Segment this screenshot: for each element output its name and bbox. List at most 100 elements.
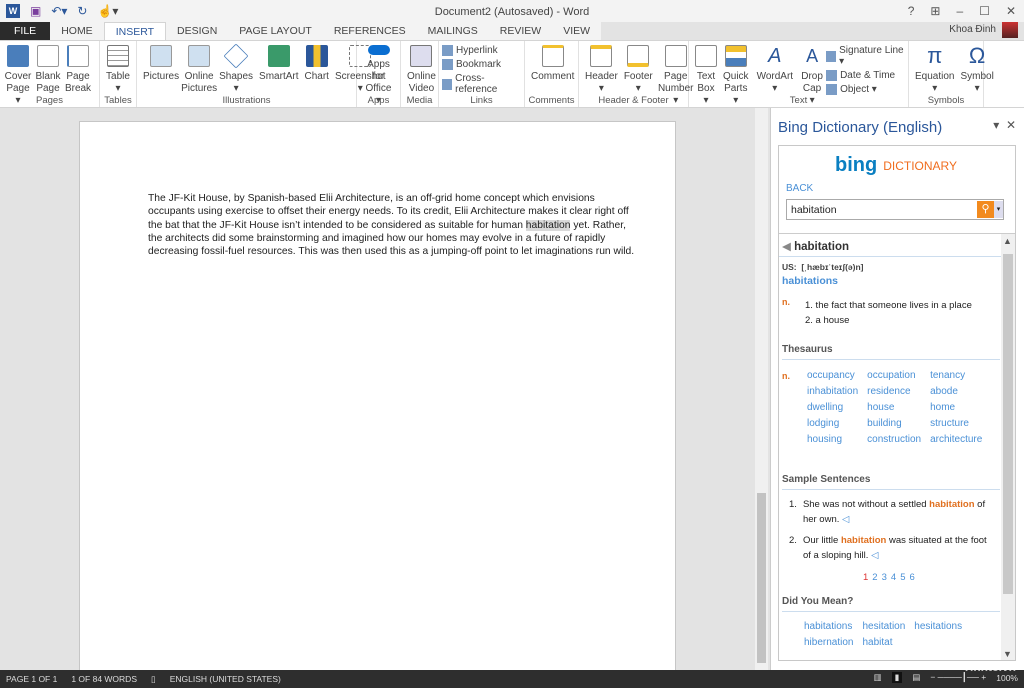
page-link[interactable]: 1 xyxy=(863,572,868,583)
tab-references[interactable]: REFERENCES xyxy=(323,22,417,40)
table-icon xyxy=(107,45,129,67)
apps-icon xyxy=(367,45,390,55)
sample-sentences-heading: Sample Sentences xyxy=(782,474,1000,490)
search-icon[interactable]: ⚲ xyxy=(977,201,994,218)
ribbon-display-icon[interactable]: ⊞ xyxy=(930,4,940,18)
suggestion-link[interactable]: habitat xyxy=(862,637,905,648)
group-links: Hyperlink Bookmark Cross-reference Links xyxy=(439,41,525,107)
scroll-down-icon[interactable]: ▼ xyxy=(1003,649,1012,659)
thesaurus-link[interactable]: occupancy xyxy=(807,370,858,381)
thesaurus-link[interactable]: abode xyxy=(930,386,982,397)
object-icon xyxy=(826,84,838,95)
web-layout-icon[interactable]: ▤ xyxy=(912,672,920,683)
help-button[interactable]: ? xyxy=(908,4,915,18)
pane-title: Bing Dictionary (English) xyxy=(778,119,943,136)
suggestion-link[interactable]: habitations xyxy=(804,621,853,632)
pane-close-icon[interactable]: ✕ xyxy=(1006,118,1016,132)
chart-icon xyxy=(305,45,328,67)
hyperlink-button[interactable]: Hyperlink xyxy=(442,45,521,56)
thesaurus-link[interactable]: architecture xyxy=(930,434,982,445)
thesaurus-link[interactable]: structure xyxy=(930,418,982,429)
thesaurus-heading: Thesaurus xyxy=(782,344,1000,360)
signature-line-button[interactable]: Signature Line ▾ xyxy=(826,45,905,67)
comment-icon xyxy=(541,45,564,67)
suggestion-link[interactable]: hesitations xyxy=(914,621,962,632)
chevron-down-icon[interactable]: ▾ xyxy=(994,201,1003,218)
date-time-button[interactable]: Date & Time xyxy=(826,70,905,81)
read-mode-icon[interactable]: ▥ xyxy=(874,672,882,683)
page-link[interactable]: 6 xyxy=(909,572,914,583)
scroll-up-icon[interactable]: ▲ xyxy=(1003,236,1012,246)
footer-icon xyxy=(627,45,650,67)
user-account[interactable]: Khoa Đinh xyxy=(949,24,996,35)
tab-view[interactable]: VIEW xyxy=(552,22,601,40)
speaker-icon[interactable]: ◁ xyxy=(842,514,849,525)
language[interactable]: ENGLISH (UNITED STATES) xyxy=(170,674,281,684)
speaker-icon[interactable]: ◁ xyxy=(871,550,878,561)
maximize-button[interactable]: ☐ xyxy=(979,4,990,18)
thesaurus-link[interactable]: dwelling xyxy=(807,402,858,413)
pane-options-icon[interactable]: ▾ xyxy=(993,118,999,132)
group-label: Apps xyxy=(367,95,390,106)
thesaurus-list: occupancy occupation tenancy inhabitation re… xyxy=(807,370,982,445)
tab-page-layout[interactable]: PAGE LAYOUT xyxy=(228,22,323,40)
page-link[interactable]: 4 xyxy=(891,572,896,583)
tab-mailings[interactable]: MAILINGS xyxy=(417,22,489,40)
selected-word[interactable]: habitation xyxy=(525,219,571,231)
thesaurus-link[interactable]: housing xyxy=(807,434,858,445)
thesaurus-link[interactable]: tenancy xyxy=(930,370,982,381)
group-pages: Cover Page ▾ Blank Page Page Break Pages xyxy=(0,41,100,107)
document-paragraph[interactable]: The JF-Kit House, by Spanish-based Elii … xyxy=(148,192,640,258)
thesaurus-link[interactable]: lodging xyxy=(807,418,858,429)
thesaurus-link[interactable]: inhabitation xyxy=(807,386,858,397)
pictures-icon xyxy=(150,45,173,67)
ribbon-tabs: FILE HOME INSERT DESIGN PAGE LAYOUT REFE… xyxy=(0,22,602,40)
scroll-thumb[interactable] xyxy=(1003,254,1013,594)
suggestion-link[interactable]: hesitation xyxy=(862,621,905,632)
results-scrollbar[interactable]: ▲ ▼ xyxy=(1001,234,1015,660)
page-link[interactable]: 3 xyxy=(882,572,887,583)
status-bar: PAGE 1 OF 1 1 OF 84 WORDS ▯ ENGLISH (UNI… xyxy=(0,670,1024,688)
suggestion-link[interactable]: hibernation xyxy=(804,637,853,648)
pron-label: US: xyxy=(782,262,797,272)
document-scrollbar[interactable] xyxy=(755,108,768,670)
pos-label: n. xyxy=(782,297,790,307)
document-page[interactable]: The JF-Kit House, by Spanish-based Elii … xyxy=(79,121,676,681)
tab-review[interactable]: REVIEW xyxy=(489,22,552,40)
thesaurus-link[interactable]: construction xyxy=(867,434,921,445)
scroll-thumb[interactable] xyxy=(757,493,766,663)
proofing-icon[interactable]: ▯ xyxy=(151,674,156,685)
minimize-button[interactable]: – xyxy=(956,4,963,18)
did-you-mean-list: habitations hesitation hesitations hibernat… xyxy=(804,621,962,648)
tab-insert[interactable]: INSERT xyxy=(103,22,167,40)
thesaurus-link[interactable]: home xyxy=(930,402,982,413)
hyperlink-icon xyxy=(442,45,453,56)
tab-design[interactable]: DESIGN xyxy=(166,22,228,40)
page-count[interactable]: PAGE 1 OF 1 xyxy=(6,674,57,684)
speaker-icon[interactable]: ◀ xyxy=(782,241,791,253)
ribbon: Cover Page ▾ Blank Page Page Break Pages… xyxy=(0,40,1024,108)
zoom-level[interactable]: 100% xyxy=(996,673,1018,683)
close-button[interactable]: ✕ xyxy=(1006,4,1016,18)
tab-home[interactable]: HOME xyxy=(50,22,104,40)
thesaurus-link[interactable]: occupation xyxy=(867,370,921,381)
print-layout-icon[interactable]: ▮ xyxy=(891,672,903,683)
avatar[interactable] xyxy=(1002,22,1018,38)
page-link[interactable]: 2 xyxy=(872,572,877,583)
group-label: Text xyxy=(789,95,808,106)
group-tables: Table ▾ Tables xyxy=(100,41,137,107)
plural-link[interactable]: habitations xyxy=(782,275,838,287)
page-break-icon xyxy=(67,45,89,67)
word-count[interactable]: 1 OF 84 WORDS xyxy=(71,674,137,684)
search-input[interactable]: habitation ⚲ ▾ xyxy=(786,199,1004,220)
back-link[interactable]: BACK xyxy=(786,183,813,194)
thesaurus-link[interactable]: residence xyxy=(867,386,921,397)
thesaurus-link[interactable]: building xyxy=(867,418,921,429)
object-button[interactable]: Object ▾ xyxy=(826,84,905,95)
bookmark-button[interactable]: Bookmark xyxy=(442,59,521,70)
thesaurus-link[interactable]: house xyxy=(867,402,921,413)
cross-reference-button[interactable]: Cross-reference xyxy=(442,73,521,95)
tab-file[interactable]: FILE xyxy=(0,22,51,40)
page-link[interactable]: 5 xyxy=(900,572,905,583)
headword: ◀ habitation xyxy=(782,241,850,253)
